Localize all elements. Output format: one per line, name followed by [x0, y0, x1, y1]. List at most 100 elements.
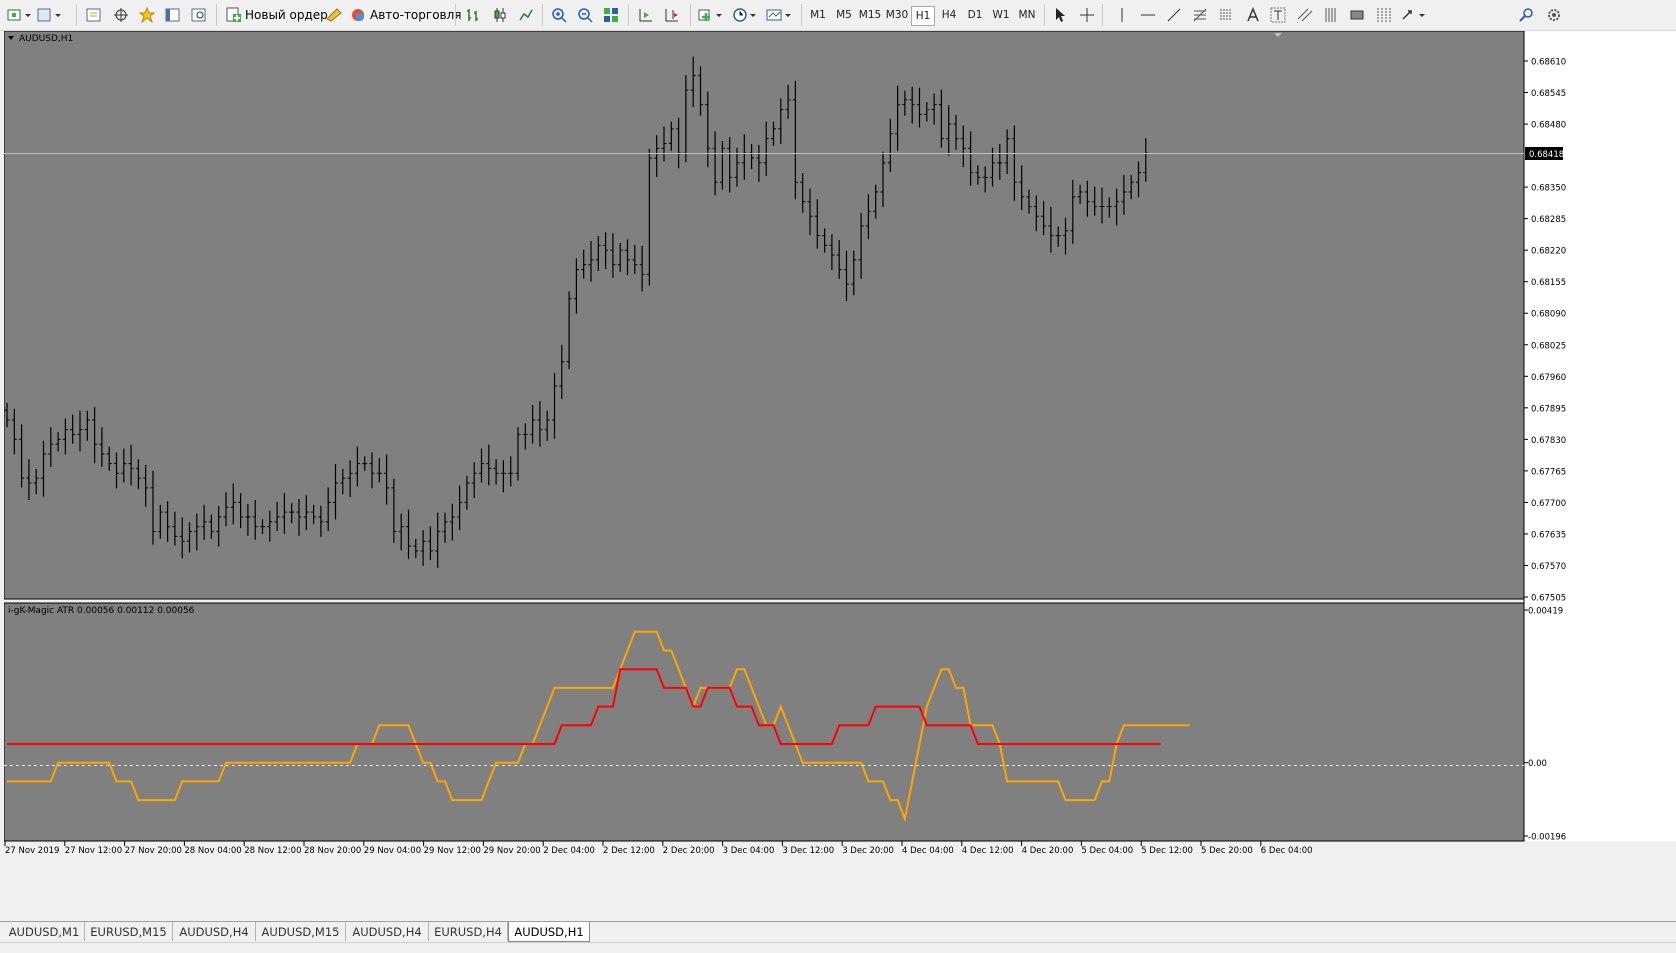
- chart-shift-icon[interactable]: [664, 4, 680, 26]
- auto-trading-label: Авто-торговля: [370, 8, 462, 22]
- time-axis-label: 28 Nov 04:00: [184, 846, 241, 856]
- indicator-axis-label: 0.00: [1528, 759, 1547, 769]
- chart-area[interactable]: 0.68610 0.68545 0.68480 0.68350 0.68285 0.682…: [3, 30, 1676, 921]
- time-axis-label: 5 Dec 04:00: [1081, 846, 1133, 856]
- indicators-icon[interactable]: [698, 4, 724, 26]
- data-window-icon[interactable]: [113, 4, 129, 26]
- tab-audusd-h4-2[interactable]: AUDUSD,H4: [346, 922, 429, 941]
- price-axis-label: 0.68480: [1531, 121, 1566, 131]
- auto-trading-button[interactable]: Авто-торговля: [350, 4, 462, 26]
- zoom-in-icon[interactable]: [551, 4, 567, 26]
- time-axis-label: 29 Nov 20:00: [483, 846, 540, 856]
- crosshair-icon[interactable]: [1079, 4, 1095, 26]
- navigator-icon[interactable]: [139, 4, 155, 26]
- price-axis-label: 0.68350: [1531, 184, 1566, 194]
- tile-windows-icon[interactable]: [603, 4, 619, 26]
- time-axis-label: 29 Nov 12:00: [424, 846, 481, 856]
- new-chart-icon[interactable]: [6, 4, 32, 26]
- time-axis-label: 28 Nov 20:00: [304, 846, 361, 856]
- new-order-button[interactable]: Новый ордер: [226, 4, 328, 26]
- time-axis-label: 5 Dec 20:00: [1201, 846, 1253, 856]
- timeframe-m30[interactable]: M30: [884, 6, 910, 24]
- price-axis-label: 0.68025: [1531, 341, 1566, 351]
- auto-scroll-icon[interactable]: [638, 4, 654, 26]
- equidistant-channel-icon[interactable]: [1218, 4, 1234, 26]
- timeframe-d1[interactable]: D1: [963, 6, 987, 24]
- arrows-icon[interactable]: [1401, 4, 1427, 26]
- market-watch-icon[interactable]: [86, 4, 102, 26]
- timeframe-m5[interactable]: M5: [832, 6, 856, 24]
- indicator-axis-label: -0.00196: [1528, 833, 1566, 843]
- metaeditor-icon[interactable]: [325, 4, 343, 26]
- text-label-icon[interactable]: [1270, 4, 1286, 26]
- search-icon[interactable]: [1518, 4, 1534, 26]
- strategy-tester-icon[interactable]: [191, 4, 207, 26]
- fibonacci-icon[interactable]: [1192, 4, 1208, 26]
- channel-icon[interactable]: [1297, 4, 1313, 26]
- tab-audusd-h4[interactable]: AUDUSD,H4: [173, 922, 256, 941]
- time-axis-label: 2 Dec 12:00: [603, 846, 655, 856]
- bar-chart-icon[interactable]: [465, 4, 481, 26]
- timeframe-w1[interactable]: W1: [989, 6, 1013, 24]
- time-axis-label: 6 Dec 04:00: [1261, 846, 1313, 856]
- chart-svg[interactable]: 0.68610 0.68545 0.68480 0.68350 0.68285 0.682…: [3, 30, 1676, 921]
- price-axis-label: 0.68220: [1531, 247, 1566, 257]
- timeframe-h4[interactable]: H4: [937, 6, 961, 24]
- trendline-icon[interactable]: [1166, 4, 1182, 26]
- text-icon[interactable]: [1245, 4, 1261, 26]
- price-axis-label: 0.67635: [1531, 530, 1566, 540]
- status-bar: [0, 942, 1676, 953]
- rectangle-icon[interactable]: [1349, 4, 1365, 26]
- main-chart-bg: [3, 30, 1525, 600]
- price-axis-label: 0.67505: [1531, 594, 1566, 604]
- terminal-icon[interactable]: [165, 4, 181, 26]
- price-axis-label: 0.67960: [1531, 373, 1566, 383]
- price-axis-label: 0.67765: [1531, 467, 1566, 477]
- time-axis-label: 27 Nov 12:00: [65, 846, 122, 856]
- time-axis-label: 3 Dec 20:00: [842, 846, 894, 856]
- tab-eurusd-h4[interactable]: EURUSD,H4: [429, 922, 508, 941]
- price-axis-label: 0.67830: [1531, 436, 1566, 446]
- templates-icon[interactable]: [766, 4, 792, 26]
- price-axis-label: 0.68285: [1531, 215, 1566, 225]
- price-axis-label: 0.67570: [1531, 562, 1566, 572]
- timeframe-m15[interactable]: M15: [857, 6, 883, 24]
- time-axis-label: 5 Dec 12:00: [1141, 846, 1193, 856]
- time-axis-label: 28 Nov 12:00: [244, 846, 301, 856]
- tab-audusd-m1[interactable]: AUDUSD,M1: [4, 922, 85, 941]
- time-axis-label: 4 Dec 20:00: [1022, 846, 1074, 856]
- periods-icon[interactable]: [732, 4, 758, 26]
- tab-audusd-h1[interactable]: AUDUSD,H1: [508, 922, 590, 942]
- chart-tabs: AUDUSD,M1 EURUSD,M15 AUDUSD,H4 AUDUSD,M1…: [0, 921, 1676, 942]
- time-axis: 27 Nov 2019 27 Nov 12:00 27 Nov 20:00 28 No…: [4, 841, 1313, 856]
- candlestick-icon[interactable]: [492, 4, 508, 26]
- horizontal-line-icon[interactable]: [1140, 4, 1156, 26]
- tab-eurusd-m15[interactable]: EURUSD,M15: [85, 922, 173, 941]
- time-axis-label: 29 Nov 04:00: [364, 846, 421, 856]
- time-axis-label: 2 Dec 20:00: [663, 846, 715, 856]
- vertical-line-icon[interactable]: [1114, 4, 1130, 26]
- price-axis-label: 0.68545: [1531, 89, 1566, 99]
- profiles-icon[interactable]: [36, 4, 62, 26]
- line-chart-icon[interactable]: [518, 4, 534, 26]
- price-axis-label: 0.67700: [1531, 499, 1566, 509]
- settings-icon[interactable]: [1546, 4, 1562, 26]
- current-price-value: 0.68418: [1529, 150, 1564, 160]
- time-axis-label: 27 Nov 20:00: [125, 846, 182, 856]
- time-axis-label: 2 Dec 04:00: [543, 846, 595, 856]
- time-axis-label: 3 Dec 04:00: [723, 846, 775, 856]
- price-axis-label: 0.67895: [1531, 404, 1566, 414]
- timeframe-h1[interactable]: H1: [911, 6, 935, 26]
- price-axis-label: 0.68090: [1531, 310, 1566, 320]
- time-axis-label: 27 Nov 2019: [5, 846, 59, 856]
- new-order-label: Новый ордер: [245, 8, 328, 22]
- timeframe-mn[interactable]: MN: [1014, 6, 1040, 24]
- timeframe-m1[interactable]: M1: [806, 6, 830, 24]
- cycle-lines-icon[interactable]: [1375, 4, 1391, 26]
- indicator-label: i-gK-Magic ATR 0.00056 0.00112 0.00056: [8, 606, 195, 616]
- tab-audusd-m15[interactable]: AUDUSD,M15: [256, 922, 346, 941]
- zoom-out-icon[interactable]: [577, 4, 593, 26]
- gann-icon[interactable]: [1323, 4, 1339, 26]
- cursor-icon[interactable]: [1052, 4, 1068, 26]
- main-toolbar: Новый ордер Авто-торговля M1 M5 M15 M30 …: [0, 0, 1676, 31]
